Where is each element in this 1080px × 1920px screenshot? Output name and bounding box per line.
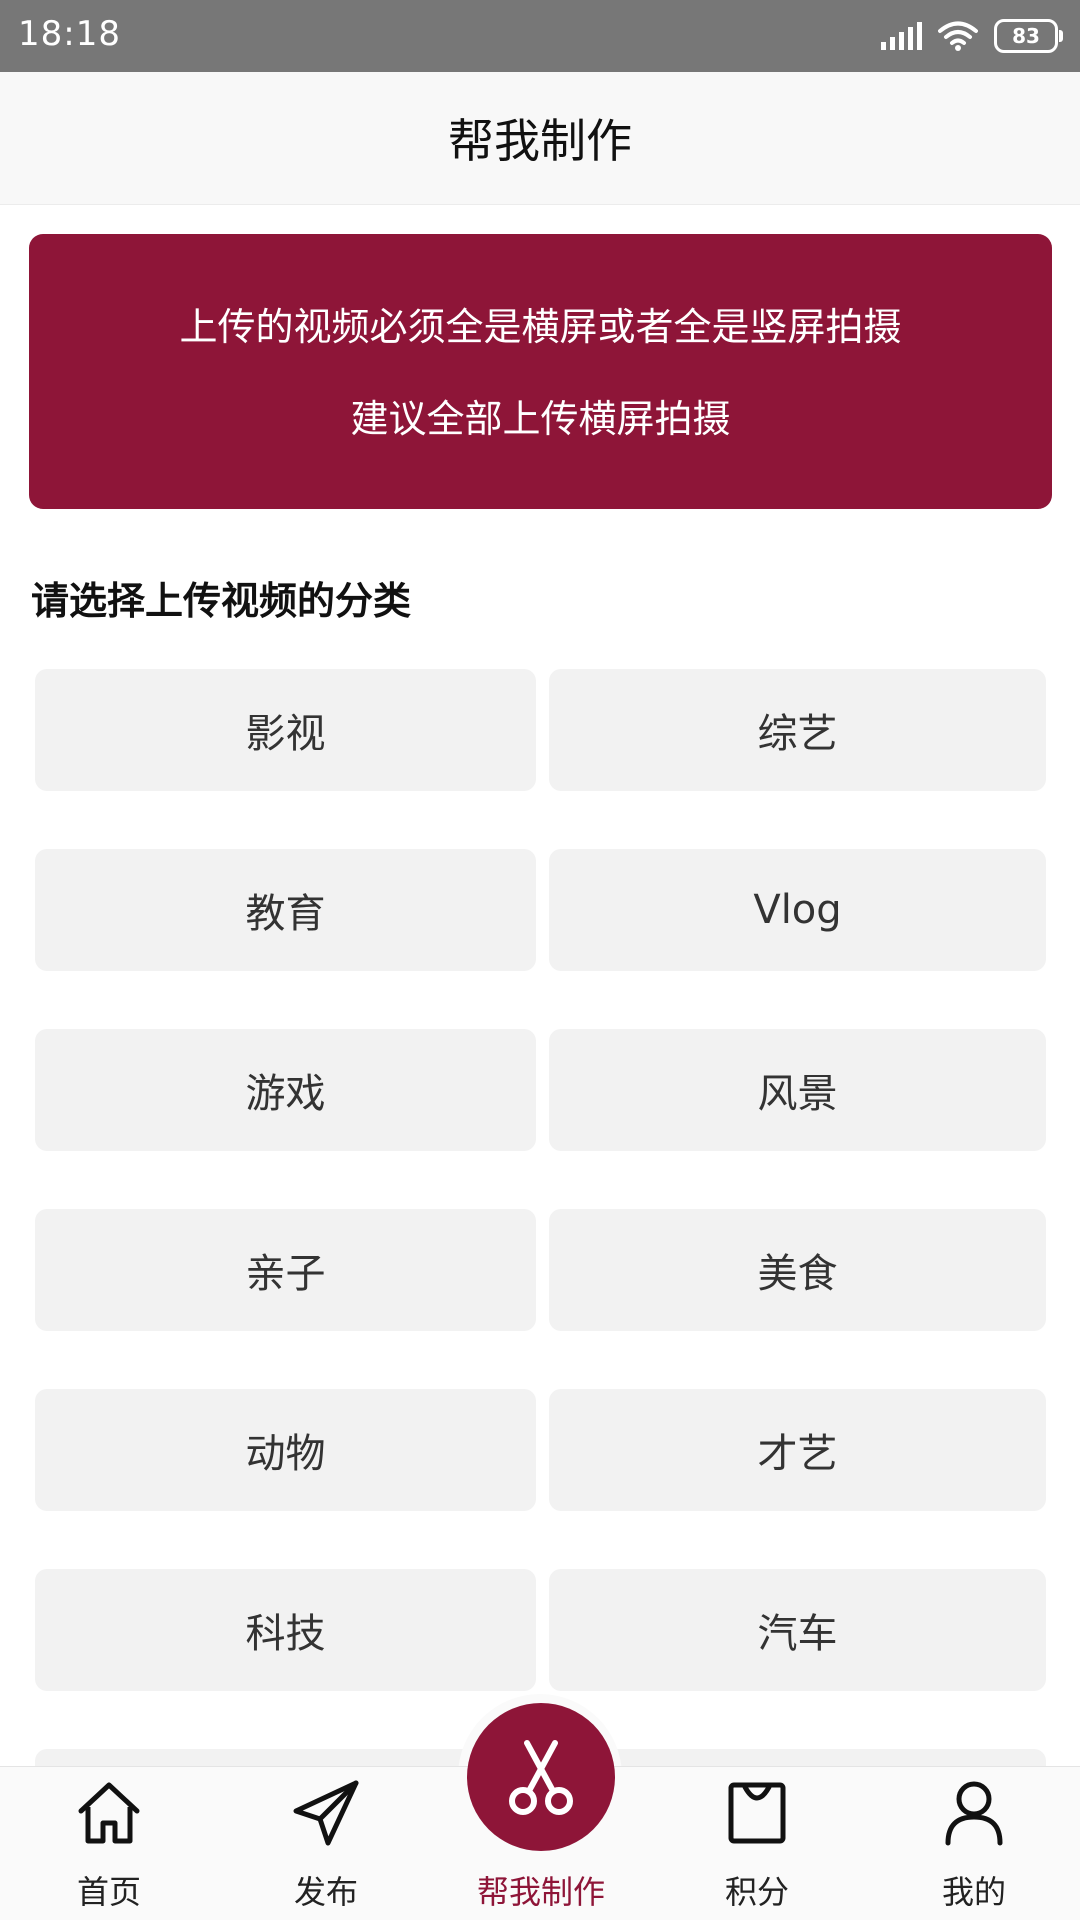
signal-icon bbox=[881, 22, 922, 50]
category-button[interactable]: 才艺 bbox=[549, 1389, 1046, 1511]
category-button[interactable]: 科技 bbox=[35, 1569, 536, 1691]
bag-icon bbox=[728, 1782, 786, 1844]
category-button[interactable]: 游戏 bbox=[35, 1029, 536, 1151]
send-icon bbox=[293, 1780, 359, 1846]
screen: 18:18 83 帮我制作 上传的视频必须全是横屏或者全是竖屏拍摄 建议全部上传… bbox=[0, 0, 1080, 1920]
category-button[interactable]: 教育 bbox=[35, 849, 536, 971]
help-make-button[interactable] bbox=[467, 1703, 615, 1851]
category-button[interactable]: 综艺 bbox=[549, 669, 1046, 791]
category-section-title: 请选择上传视频的分类 bbox=[31, 579, 412, 623]
home-icon bbox=[78, 1782, 140, 1844]
nav-label-publish: 发布 bbox=[293, 1873, 358, 1911]
nav-label-help-make: 帮我制作 bbox=[476, 1873, 605, 1911]
status-icons: 83 bbox=[881, 16, 1063, 56]
nav-item-points[interactable]: 积分 bbox=[677, 1767, 837, 1920]
category-button[interactable]: 动物 bbox=[35, 1389, 536, 1511]
category-button[interactable]: 影视 bbox=[35, 669, 536, 791]
category-button[interactable]: Vlog bbox=[549, 849, 1046, 971]
category-button[interactable]: 美食 bbox=[549, 1209, 1046, 1331]
notice-banner: 上传的视频必须全是横屏或者全是竖屏拍摄 建议全部上传横屏拍摄 bbox=[29, 234, 1052, 509]
category-button[interactable]: 风景 bbox=[549, 1029, 1046, 1151]
page-title: 帮我制作 bbox=[448, 114, 632, 168]
header: 帮我制作 bbox=[0, 72, 1080, 205]
notice-line-1: 上传的视频必须全是横屏或者全是竖屏拍摄 bbox=[179, 305, 902, 349]
notice-line-2: 建议全部上传横屏拍摄 bbox=[350, 397, 731, 441]
nav-label-points: 积分 bbox=[724, 1873, 789, 1911]
nav-label-home: 首页 bbox=[76, 1873, 141, 1911]
nav-item-publish[interactable]: 发布 bbox=[246, 1767, 406, 1920]
status-bar: 18:18 83 bbox=[0, 0, 1080, 72]
nav-label-me: 我的 bbox=[941, 1873, 1006, 1911]
nav-item-me[interactable]: 我的 bbox=[894, 1767, 1054, 1920]
category-button[interactable]: 汽车 bbox=[549, 1569, 1046, 1691]
status-time: 18:18 bbox=[18, 14, 121, 54]
scissors-icon bbox=[509, 1740, 573, 1815]
wifi-icon bbox=[938, 21, 978, 51]
battery-icon: 83 bbox=[994, 19, 1063, 53]
category-button[interactable]: 亲子 bbox=[35, 1209, 536, 1331]
user-icon bbox=[945, 1781, 1003, 1846]
nav-item-home[interactable]: 首页 bbox=[29, 1767, 189, 1920]
